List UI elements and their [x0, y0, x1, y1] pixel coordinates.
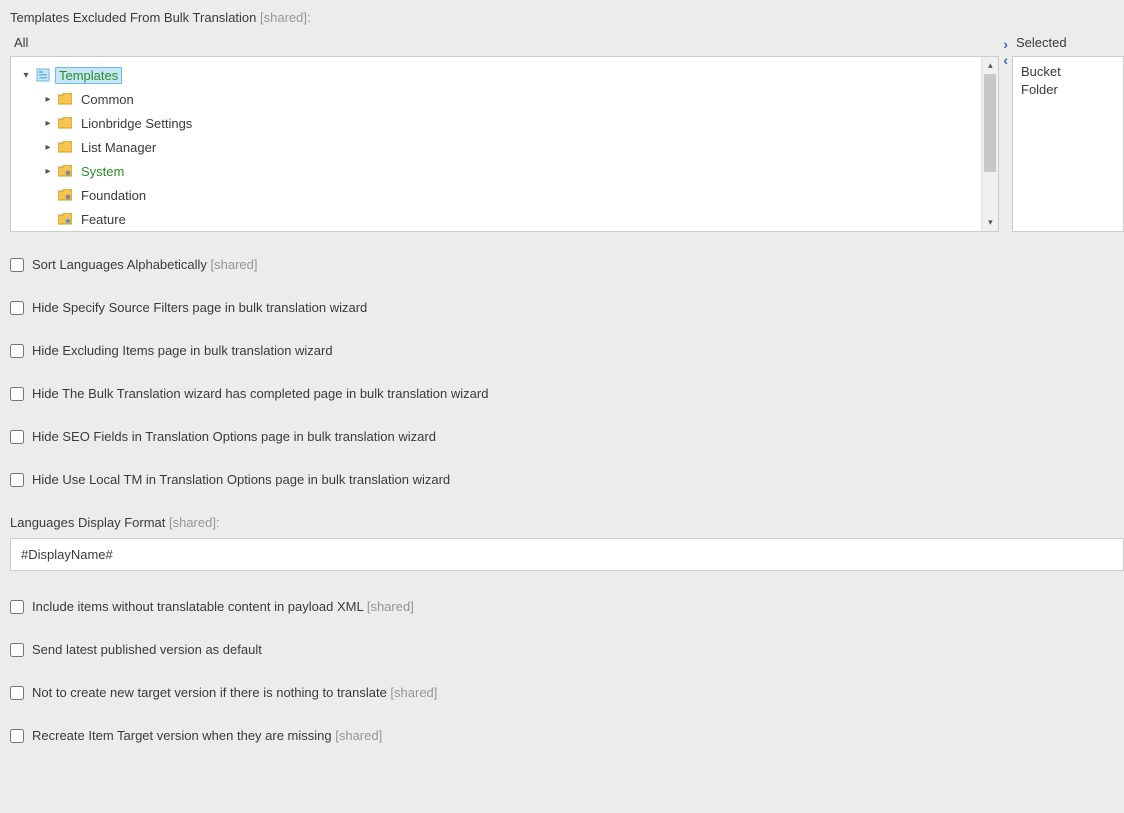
transfer-arrows: › ‹	[1003, 33, 1008, 67]
checkbox-label[interactable]: Hide The Bulk Translation wizard has com…	[32, 386, 488, 401]
label-text: Sort Languages Alphabetically	[32, 257, 207, 272]
checkbox-input[interactable]	[10, 258, 24, 272]
languages-display-format-group: Languages Display Format [shared]:	[10, 515, 1124, 571]
selected-item[interactable]: Bucket	[1021, 63, 1115, 81]
scroll-thumb[interactable]	[984, 74, 996, 172]
folder-star-icon	[57, 211, 73, 227]
checkbox-hide-local-tm: Hide Use Local TM in Translation Options…	[10, 472, 1124, 487]
folder-icon	[57, 139, 73, 155]
checkbox-input[interactable]	[10, 600, 24, 614]
checkbox-sort-languages: Sort Languages Alphabetically [shared]	[10, 257, 1124, 272]
tree-node-listmanager[interactable]: ▸ List Manager	[37, 135, 977, 159]
checkbox-include-payload: Include items without translatable conte…	[10, 599, 1124, 614]
checkbox-input[interactable]	[10, 387, 24, 401]
section-label: Templates Excluded From Bulk Translation…	[10, 10, 1124, 25]
tree-scrollbar[interactable]: ▴ ▾	[981, 57, 998, 231]
checkbox-label[interactable]: Not to create new target version if ther…	[32, 685, 437, 700]
tree-node-foundation[interactable]: ▸ Foundation	[37, 183, 977, 207]
folder-icon	[57, 115, 73, 131]
selected-header: Selected	[1012, 33, 1124, 56]
all-header: All	[10, 33, 999, 56]
all-column: All ▾ Templates ▸ Com	[10, 33, 999, 232]
scroll-up-icon[interactable]: ▴	[982, 57, 998, 74]
checkbox-input[interactable]	[10, 430, 24, 444]
checkbox-label[interactable]: Include items without translatable conte…	[32, 599, 414, 614]
move-right-icon[interactable]: ›	[1003, 37, 1008, 51]
tree-node-lionbridge[interactable]: ▸ Lionbridge Settings	[37, 111, 977, 135]
folder-icon	[57, 91, 73, 107]
expand-arrow-icon[interactable]: ▾	[21, 70, 31, 81]
label-text: Languages Display Format	[10, 515, 165, 530]
checkbox-input[interactable]	[10, 344, 24, 358]
scroll-down-icon[interactable]: ▾	[982, 214, 998, 231]
collapse-arrow-icon[interactable]: ▸	[43, 118, 53, 129]
checkbox-input[interactable]	[10, 686, 24, 700]
checkbox-hide-completed: Hide The Bulk Translation wizard has com…	[10, 386, 1124, 401]
label-text: Include items without translatable conte…	[32, 599, 363, 614]
folder-gear-icon	[57, 163, 73, 179]
checkbox-send-latest: Send latest published version as default	[10, 642, 1124, 657]
checkbox-recreate-target: Recreate Item Target version when they a…	[10, 728, 1124, 743]
folder-gear-icon	[57, 187, 73, 203]
collapse-arrow-icon[interactable]: ▸	[43, 94, 53, 105]
tree-children: ▸ Common ▸ Lionbridge Settings	[15, 87, 977, 231]
tree-label[interactable]: Lionbridge Settings	[77, 115, 196, 132]
tree-box: ▾ Templates ▸ Common ▸	[10, 56, 999, 232]
shared-suffix: [shared]:	[256, 10, 310, 25]
tree-node-system[interactable]: ▸ System	[37, 159, 977, 183]
shared-suffix: [shared]	[332, 728, 383, 743]
selected-item[interactable]: Folder	[1021, 81, 1115, 99]
label-text: Not to create new target version if ther…	[32, 685, 387, 700]
checkbox-input[interactable]	[10, 301, 24, 315]
display-format-input[interactable]	[10, 538, 1124, 571]
checkbox-label[interactable]: Hide Use Local TM in Translation Options…	[32, 472, 450, 487]
checkbox-label[interactable]: Hide SEO Fields in Translation Options p…	[32, 429, 436, 444]
move-left-icon[interactable]: ‹	[1003, 53, 1008, 67]
collapse-arrow-icon[interactable]: ▸	[43, 166, 53, 177]
checkbox-input[interactable]	[10, 729, 24, 743]
checkbox-hide-source-filters: Hide Specify Source Filters page in bulk…	[10, 300, 1124, 315]
tree-label[interactable]: Foundation	[77, 187, 150, 204]
shared-suffix: [shared]:	[165, 515, 219, 530]
checkbox-label[interactable]: Send latest published version as default	[32, 642, 262, 657]
checkbox-hide-seo: Hide SEO Fields in Translation Options p…	[10, 429, 1124, 444]
checkbox-label[interactable]: Hide Excluding Items page in bulk transl…	[32, 343, 333, 358]
template-root-icon	[35, 67, 51, 83]
collapse-arrow-icon[interactable]: ▸	[43, 142, 53, 153]
tree-node-feature[interactable]: ▸ Feature	[37, 207, 977, 231]
shared-suffix: [shared]	[387, 685, 438, 700]
shared-suffix: [shared]	[363, 599, 414, 614]
tree-label[interactable]: Feature	[77, 211, 130, 228]
selected-box[interactable]: Bucket Folder	[1012, 56, 1124, 232]
checkbox-not-create: Not to create new target version if ther…	[10, 685, 1124, 700]
selected-column: Selected Bucket Folder	[1012, 33, 1124, 232]
checkbox-label[interactable]: Recreate Item Target version when they a…	[32, 728, 382, 743]
field-label: Languages Display Format [shared]:	[10, 515, 1124, 530]
section-label-text: Templates Excluded From Bulk Translation	[10, 10, 256, 25]
checkbox-label[interactable]: Hide Specify Source Filters page in bulk…	[32, 300, 367, 315]
tree-node-common[interactable]: ▸ Common	[37, 87, 977, 111]
scroll-track[interactable]	[982, 74, 998, 214]
template-selector: All ▾ Templates ▸ Com	[10, 33, 1124, 232]
shared-suffix: [shared]	[207, 257, 258, 272]
tree-label[interactable]: List Manager	[77, 139, 160, 156]
label-text: Recreate Item Target version when they a…	[32, 728, 332, 743]
checkbox-input[interactable]	[10, 643, 24, 657]
checkbox-input[interactable]	[10, 473, 24, 487]
checkbox-hide-excluding: Hide Excluding Items page in bulk transl…	[10, 343, 1124, 358]
tree-content[interactable]: ▾ Templates ▸ Common ▸	[11, 57, 981, 231]
tree-label-templates[interactable]: Templates	[55, 67, 122, 84]
tree-label[interactable]: Common	[77, 91, 138, 108]
tree-node-templates[interactable]: ▾ Templates	[15, 63, 977, 87]
tree-label[interactable]: System	[77, 163, 128, 180]
checkbox-label[interactable]: Sort Languages Alphabetically [shared]	[32, 257, 258, 272]
